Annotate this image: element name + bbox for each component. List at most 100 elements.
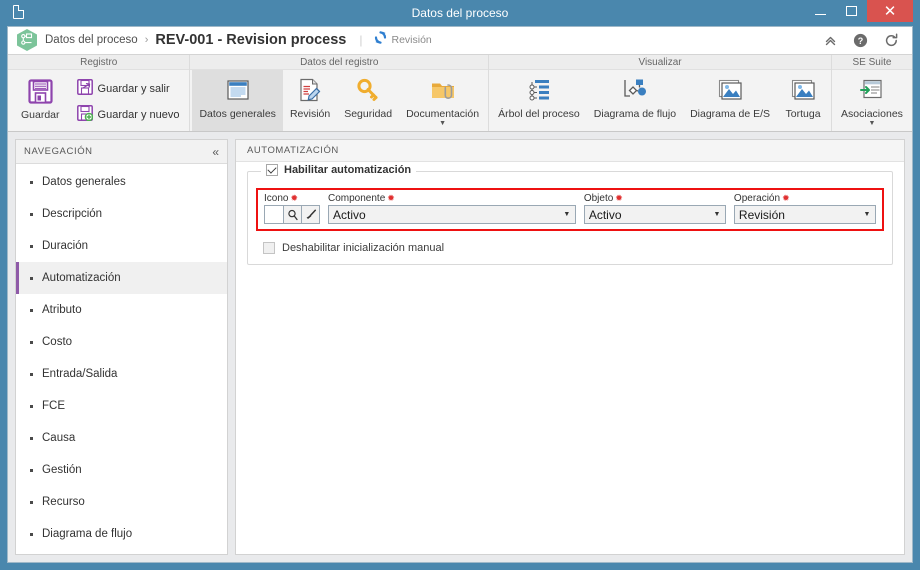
bullet-icon — [30, 500, 33, 504]
objeto-select[interactable]: Activo ▼ — [583, 205, 726, 224]
sidebar-item-label: Descripción — [42, 208, 103, 220]
required-marker-icon: ✹ — [290, 193, 299, 203]
ribbon-button-asociaciones[interactable]: Asociaciones ▼ — [834, 70, 910, 131]
bullet-icon — [30, 532, 33, 536]
breadcrumb-actions: ? — [824, 32, 904, 48]
save-and-new-button[interactable]: Guardar y nuevo — [73, 103, 184, 126]
operacion-label: Operación — [733, 193, 781, 204]
ribbon-button-label: Tortuga — [785, 108, 821, 120]
sidebar-item-label: Recurso — [42, 496, 85, 508]
save-floppy-icon — [27, 76, 54, 106]
required-marker-icon: ✹ — [615, 193, 623, 203]
collapse-ribbon-icon[interactable] — [824, 34, 837, 47]
chevron-down-icon[interactable]: ▼ — [709, 211, 725, 218]
revision-cycle-icon — [374, 31, 387, 49]
bullet-icon — [30, 244, 33, 248]
main-body: NAVEGACIÓN « Datos generales Descripción… — [8, 132, 912, 562]
chevron-down-icon[interactable]: ▼ — [439, 120, 446, 127]
sidebar-item-diagrama-de-flujo[interactable]: Diagrama de flujo — [16, 518, 227, 550]
client-area: Datos del proceso › REV-001 - Revision p… — [7, 26, 913, 563]
componente-value: Activo — [333, 207, 366, 222]
ribbon-button-tortuga[interactable]: Tortuga — [777, 70, 829, 131]
turtle-diagram-icon — [790, 75, 816, 105]
sidebar-item-entrada-salida[interactable]: Entrada/Salida — [16, 358, 227, 390]
sidebar-item-causa[interactable]: Causa — [16, 422, 227, 454]
ribbon-button-revision[interactable]: Revisión — [283, 70, 337, 131]
objeto-label-row: Objeto ✹ — [584, 193, 726, 204]
se-suite-hex-logo-icon — [17, 29, 37, 51]
save-button-label: Guardar — [21, 109, 60, 121]
operacion-field: Operación ✹ Revisión ▼ — [733, 193, 877, 224]
page-title: REV-001 - Revision process — [155, 32, 347, 48]
minimize-button[interactable] — [805, 0, 836, 22]
sidebar-title: NAVEGACIÓN — [24, 146, 93, 157]
ribbon-button-arbol-del-proceso[interactable]: Árbol del proceso — [491, 70, 587, 131]
ribbon-button-datos-generales[interactable]: Datos generales — [192, 70, 283, 131]
close-button[interactable]: ✕ — [867, 0, 913, 22]
breadcrumb-separator-icon: › — [144, 34, 149, 46]
navigation-sidebar: NAVEGACIÓN « Datos generales Descripción… — [15, 139, 228, 555]
sidebar-item-label: Gestión — [42, 464, 82, 476]
ribbon-group-visualizar: Visualizar Árbol del proceso Diagrama de… — [489, 55, 833, 131]
checkbox-indicator[interactable] — [266, 164, 278, 176]
breadcrumb-divider: | — [359, 33, 363, 47]
ribbon-group-registro: Registro Guardar Guardar y salir Guardar… — [8, 55, 191, 131]
sidebar-item-datos-generales[interactable]: Datos generales — [16, 166, 227, 198]
disable-manual-init-checkbox[interactable]: Deshabilitar inicialización manual — [256, 242, 884, 254]
ribbon-button-diagrama-de-flujo[interactable]: Diagrama de flujo — [587, 70, 683, 131]
save-and-exit-button[interactable]: Guardar y salir — [73, 77, 184, 100]
componente-label-row: Componente ✹ — [328, 193, 576, 204]
icono-label: Icono — [264, 193, 289, 204]
ribbon-group-title: Datos del registro — [190, 55, 489, 70]
sidebar-item-label: Entrada/Salida — [42, 368, 118, 380]
brush-clear-icon[interactable] — [302, 205, 320, 224]
chevron-down-icon[interactable]: ▼ — [869, 120, 876, 127]
objeto-label: Objeto — [583, 193, 614, 204]
chevron-down-icon[interactable]: ▼ — [559, 211, 575, 218]
sidebar-item-fce[interactable]: FCE — [16, 390, 227, 422]
magnifier-icon[interactable] — [284, 205, 302, 224]
save-and-new-icon — [76, 105, 93, 124]
icono-controls — [264, 205, 320, 224]
save-and-exit-icon — [76, 79, 93, 98]
documentation-folder-icon — [430, 75, 456, 105]
objeto-value: Activo — [588, 207, 622, 222]
sidebar-item-atributo[interactable]: Atributo — [16, 294, 227, 326]
svg-text:?: ? — [858, 36, 864, 46]
sidebar-header: NAVEGACIÓN « — [16, 140, 227, 164]
ribbon-button-diagrama-de-es[interactable]: Diagrama de E/S — [683, 70, 777, 131]
ribbon-group-title: Visualizar — [489, 55, 832, 70]
help-icon[interactable]: ? — [853, 33, 868, 48]
icono-label-row: Icono ✹ — [264, 193, 320, 204]
sidebar-list: Datos generales Descripción Duración Aut… — [16, 164, 227, 554]
enable-automation-checkbox[interactable]: Habilitar automatización — [261, 164, 417, 176]
revision-status: Revisión — [374, 31, 432, 49]
componente-select[interactable]: Activo ▼ — [328, 205, 576, 224]
sidebar-item-label: Diagrama de flujo — [42, 528, 133, 540]
ribbon-group-datos-del-registro: Datos del registro Datos generales Revis… — [190, 55, 490, 131]
maximize-button[interactable] — [836, 0, 867, 22]
refresh-icon[interactable] — [884, 32, 899, 48]
sidebar-item-duracion[interactable]: Duración — [16, 230, 227, 262]
icono-preview-box[interactable] — [264, 205, 284, 224]
sidebar-item-gestion[interactable]: Gestión — [16, 454, 227, 486]
io-diagram-icon — [717, 75, 743, 105]
ribbon-button-label: Seguridad — [344, 108, 393, 120]
operacion-select[interactable]: Revisión ▼ — [733, 205, 877, 224]
breadcrumb-root[interactable]: Datos del proceso — [45, 34, 138, 46]
enable-automation-label: Habilitar automatización — [284, 164, 412, 176]
sidebar-item-recurso[interactable]: Recurso — [16, 486, 227, 518]
checkbox-indicator[interactable] — [263, 242, 275, 254]
save-button[interactable]: Guardar — [14, 73, 67, 123]
sidebar-item-costo[interactable]: Costo — [16, 326, 227, 358]
ribbon-button-documentacion[interactable]: Documentación ▼ — [399, 70, 486, 131]
application-window: Datos del proceso ✕ Datos del proceso › … — [0, 0, 920, 570]
sidebar-collapse-icon[interactable]: « — [212, 146, 219, 158]
chevron-down-icon[interactable]: ▼ — [859, 211, 875, 218]
bullet-icon — [30, 436, 33, 440]
sidebar-item-automatizacion[interactable]: Automatización — [16, 262, 227, 294]
ribbon-button-seguridad[interactable]: Seguridad — [337, 70, 399, 131]
security-key-icon — [355, 75, 381, 105]
sidebar-item-descripcion[interactable]: Descripción — [16, 198, 227, 230]
ribbon-button-label: Documentación — [406, 108, 480, 120]
